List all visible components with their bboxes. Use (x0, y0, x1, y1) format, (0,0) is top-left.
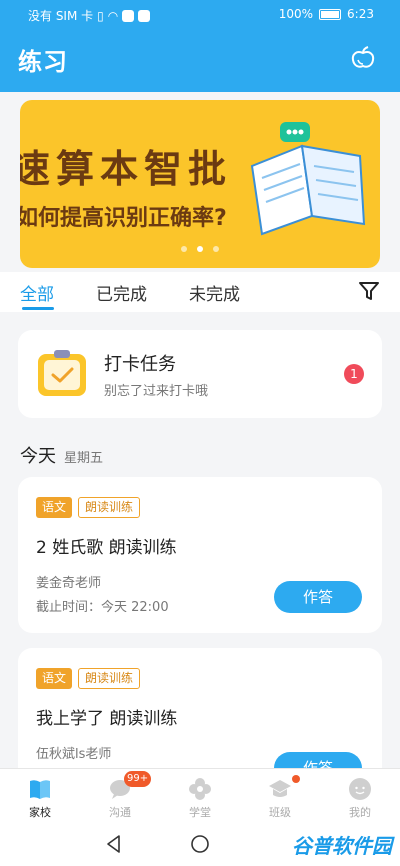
home-icon[interactable] (190, 834, 210, 854)
banner-dot[interactable] (181, 246, 187, 252)
banner-pagination[interactable] (20, 246, 380, 252)
status-bar: 没有 SIM 卡 ▯ ◠ 100% 6:23 (0, 0, 400, 28)
back-icon[interactable] (104, 834, 124, 854)
tab-incomplete[interactable]: 未完成 (189, 280, 240, 305)
bottom-nav: 家校 99+ 沟通 学堂 班级 我的 (0, 768, 400, 824)
checkin-card[interactable]: 打卡任务 别忘了过来打卡哦 1 (18, 330, 382, 418)
clock: 6:23 (347, 7, 374, 21)
nav-label: 沟通 (109, 806, 131, 819)
task-card[interactable]: 语文 朗读训练 我上学了 朗读训练 伍秋斌ls老师 作答 (18, 648, 382, 788)
system-nav-bar: 谷普软件园 (0, 824, 400, 866)
answer-button[interactable]: 作答 (274, 581, 362, 613)
battery-percent: 100% (278, 7, 314, 21)
task-teacher: 姜金奇老师 (36, 576, 102, 591)
notification-dot (292, 775, 300, 783)
carrier-text: 没有 SIM 卡 (28, 9, 94, 23)
app-notification-icon (122, 9, 135, 22)
nav-label: 家校 (29, 806, 51, 819)
subject-tag: 语文 (36, 668, 73, 689)
nav-item-home-school[interactable]: 家校 (0, 777, 80, 820)
checkin-count-badge: 1 (344, 364, 364, 384)
nav-label: 班级 (269, 806, 291, 819)
subject-tag: 语文 (36, 497, 73, 518)
tab-underline (22, 307, 54, 310)
clipboard-check-icon (38, 350, 86, 396)
nav-item-chat[interactable]: 99+ 沟通 (80, 771, 160, 820)
promo-banner[interactable]: 速算本智批 如何提高识别正确率? (20, 100, 380, 268)
filter-icon[interactable] (358, 280, 380, 302)
filter-tabs: 全部 已完成 未完成 (0, 272, 400, 312)
battery-icon (319, 8, 342, 20)
nav-label: 学堂 (189, 806, 211, 819)
book-icon (30, 780, 50, 799)
graduation-cap-icon (269, 780, 291, 797)
day-weekday: 星期五 (64, 451, 104, 466)
nav-label: 我的 (349, 806, 371, 819)
app-notification-icon-2 (138, 9, 151, 22)
banner-dot[interactable] (213, 246, 219, 252)
task-title: 我上学了 朗读训练 (36, 709, 178, 729)
sim-icon: ▯ (97, 8, 104, 23)
task-teacher: 伍秋斌ls老师 (36, 747, 112, 762)
unread-badge: 99+ (124, 771, 152, 787)
apple-icon[interactable] (350, 46, 376, 70)
banner-subtitle: 如何提高识别正确率? (20, 206, 227, 231)
banner-title: 速算本智批 (20, 147, 233, 191)
day-heading: 今天 星期五 (20, 442, 103, 468)
day-label: 今天 (20, 446, 56, 467)
page-title: 练习 (18, 48, 68, 76)
tab-completed[interactable]: 已完成 (96, 280, 147, 305)
tab-all[interactable]: 全部 (20, 280, 54, 305)
type-tag: 朗读训练 (78, 497, 141, 518)
app-header: 没有 SIM 卡 ▯ ◠ 100% 6:23 练习 (0, 0, 400, 92)
checkin-title: 打卡任务 (104, 354, 176, 375)
watermark: 谷普软件园 (292, 834, 392, 858)
task-title: 2 姓氏歌 朗读训练 (36, 538, 177, 558)
nav-item-class[interactable]: 班级 (240, 775, 320, 820)
avatar-icon (349, 778, 371, 800)
type-tag: 朗读训练 (78, 668, 141, 689)
flower-icon (189, 778, 211, 800)
checkin-subtitle: 别忘了过来打卡哦 (104, 384, 209, 399)
nav-item-profile[interactable]: 我的 (320, 777, 400, 820)
wifi-icon: ◠ (107, 8, 119, 23)
banner-dot-active[interactable] (197, 246, 203, 252)
task-deadline: 截止时间：今天 22:00 (36, 600, 169, 615)
task-card[interactable]: 语文 朗读训练 2 姓氏歌 朗读训练 姜金奇老师 截止时间：今天 22:00 作… (18, 477, 382, 633)
nav-item-classroom[interactable]: 学堂 (160, 777, 240, 820)
open-book-icon (250, 122, 366, 236)
